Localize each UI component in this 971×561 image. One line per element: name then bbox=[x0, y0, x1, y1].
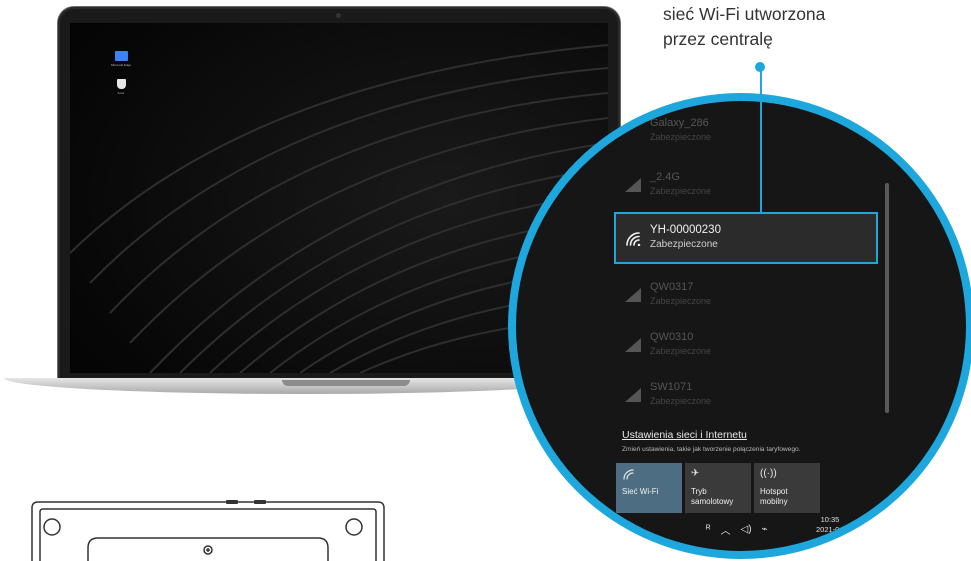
wifi-toggle-tile[interactable]: Sieć Wi-Fi bbox=[616, 463, 682, 513]
camera-dot bbox=[336, 13, 341, 18]
central-unit-device bbox=[31, 500, 385, 561]
tray-date: 2021-0 bbox=[816, 525, 840, 534]
wifi-network-item[interactable]: SW1071 Zabezpieczone bbox=[616, 369, 876, 423]
monitor-icon bbox=[114, 51, 128, 61]
wifi-signal-icon bbox=[625, 288, 641, 302]
desktop-icon-label: Kosz bbox=[117, 91, 125, 95]
desktop-icon-edge[interactable]: Microsoft Edge bbox=[108, 51, 134, 67]
desktop-icon-recycle-bin[interactable]: Kosz bbox=[108, 79, 134, 95]
network-icon[interactable]: ⌁ bbox=[762, 524, 768, 535]
network-settings-description: Zmień ustawienia, takie jak tworzenie po… bbox=[622, 446, 801, 453]
laptop-base-notch bbox=[282, 380, 410, 386]
callout-connector-dot bbox=[755, 62, 765, 72]
wifi-network-name: _2.4G bbox=[650, 171, 680, 183]
wifi-network-item[interactable]: Galaxy_286 Zabezpieczone bbox=[616, 105, 876, 159]
airplane-icon: ✈ bbox=[691, 468, 700, 479]
chevron-up-icon[interactable]: ︿ bbox=[721, 522, 731, 537]
callout-label: sieć Wi-Fi utworzona przez centralę bbox=[663, 2, 825, 52]
wifi-network-name: QW0317 bbox=[650, 281, 694, 293]
wifi-signal-icon bbox=[625, 388, 641, 402]
network-list-scrollbar[interactable] bbox=[885, 183, 889, 413]
wifi-network-status: Zabezpieczone bbox=[650, 186, 712, 196]
wifi-network-name: Galaxy_286 bbox=[650, 117, 709, 129]
wifi-signal-icon bbox=[625, 178, 641, 192]
callout-connector-line bbox=[760, 68, 762, 213]
wifi-network-name: SW1071 bbox=[650, 381, 693, 393]
tray-time: 10:35 bbox=[820, 515, 840, 524]
wifi-network-name: QW0310 bbox=[650, 331, 694, 343]
people-icon[interactable]: ᴿ bbox=[706, 524, 711, 535]
zoom-magnifier: Galaxy_286 Zabezpieczone _2.4G Zabezpiec… bbox=[516, 101, 966, 551]
wifi-network-status: Zabezpieczone bbox=[650, 132, 712, 142]
tile-label: Tryb samolotowy bbox=[691, 487, 734, 506]
recycle-bin-icon bbox=[116, 79, 126, 89]
wifi-network-status: Zabezpieczone bbox=[650, 239, 718, 250]
network-settings-link[interactable]: Ustawienia sieci i Internetu bbox=[622, 429, 747, 441]
callout-line-2: przez centralę bbox=[663, 29, 773, 49]
wifi-network-item[interactable]: QW0317 Zabezpieczone bbox=[616, 269, 876, 323]
wifi-network-item[interactable]: QW0310 Zabezpieczone bbox=[616, 319, 876, 373]
volume-icon[interactable]: ◁) bbox=[741, 524, 752, 535]
mobile-hotspot-tile[interactable]: ((·)) Hotspot mobilny bbox=[754, 463, 820, 513]
callout-line-1: sieć Wi-Fi utworzona bbox=[663, 4, 826, 24]
wifi-network-status: Zabezpieczone bbox=[650, 346, 712, 356]
tray-clock[interactable]: 10:35 2021-0 bbox=[816, 515, 839, 535]
hotspot-icon: ((·)) bbox=[760, 468, 777, 479]
wifi-network-item-selected[interactable]: YH-00000230 Zabezpieczone bbox=[614, 212, 878, 264]
wifi-icon bbox=[623, 469, 634, 480]
tile-label: Sieć Wi-Fi bbox=[622, 487, 659, 496]
system-tray: ᴿ ︿ ◁) ⌁ bbox=[706, 519, 768, 539]
airplane-mode-tile[interactable]: ✈ Tryb samolotowy bbox=[685, 463, 751, 513]
tile-label: Hotspot mobilny bbox=[760, 487, 788, 506]
wifi-network-status: Zabezpieczone bbox=[650, 296, 712, 306]
wifi-network-item[interactable]: _2.4G Zabezpieczone bbox=[616, 159, 876, 213]
wifi-network-name: YH-00000230 bbox=[650, 224, 721, 236]
wifi-signal-icon bbox=[626, 232, 641, 246]
wifi-signal-icon bbox=[625, 338, 641, 352]
desktop-icon-label: Microsoft Edge bbox=[110, 63, 131, 67]
wifi-network-status: Zabezpieczone bbox=[650, 396, 712, 406]
